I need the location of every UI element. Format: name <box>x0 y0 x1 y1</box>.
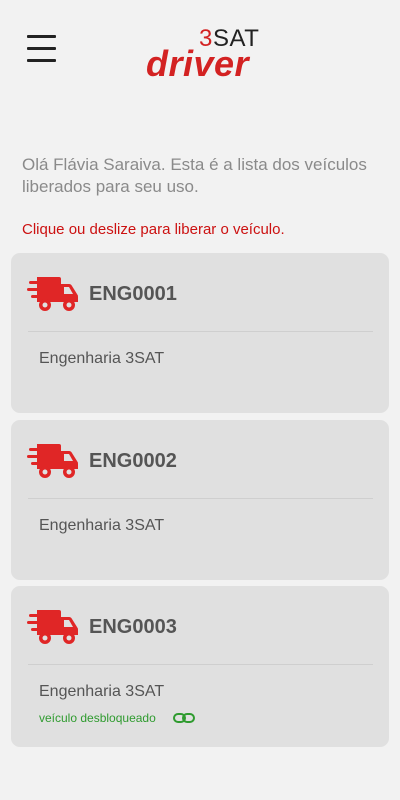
link-icon <box>173 713 195 723</box>
delivery-truck-icon <box>27 444 78 478</box>
app-header: 3 SAT driver <box>0 0 400 100</box>
vehicle-owner: Engenharia 3SAT <box>39 517 165 534</box>
vehicle-plate: ENG0003 <box>89 616 177 638</box>
menu-icon[interactable] <box>27 35 56 64</box>
vehicle-owner: Engenharia 3SAT <box>39 350 165 367</box>
delivery-truck-icon <box>27 610 78 644</box>
vehicle-card[interactable]: ENG0003 Engenharia 3SAT veículo desbloqu… <box>11 586 389 747</box>
vehicle-card[interactable]: ENG0002 Engenharia 3SAT <box>11 420 389 580</box>
logo-driver: driver <box>146 43 250 84</box>
card-divider <box>28 664 373 665</box>
vehicle-card[interactable]: ENG0001 Engenharia 3SAT <box>11 253 389 413</box>
card-divider <box>28 498 373 499</box>
vehicle-owner: Engenharia 3SAT <box>39 683 165 700</box>
instruction-text: Clique ou deslize para liberar o veículo… <box>22 221 285 238</box>
intro-text: Olá Flávia Saraiva. Esta é a lista dos v… <box>22 155 367 196</box>
app-logo: 3 SAT driver <box>146 26 259 84</box>
unlocked-status: veículo desbloqueado <box>39 711 156 725</box>
vehicle-plate: ENG0002 <box>89 450 177 472</box>
delivery-truck-icon <box>27 277 78 311</box>
vehicle-plate: ENG0001 <box>89 283 177 305</box>
card-divider <box>28 331 373 332</box>
